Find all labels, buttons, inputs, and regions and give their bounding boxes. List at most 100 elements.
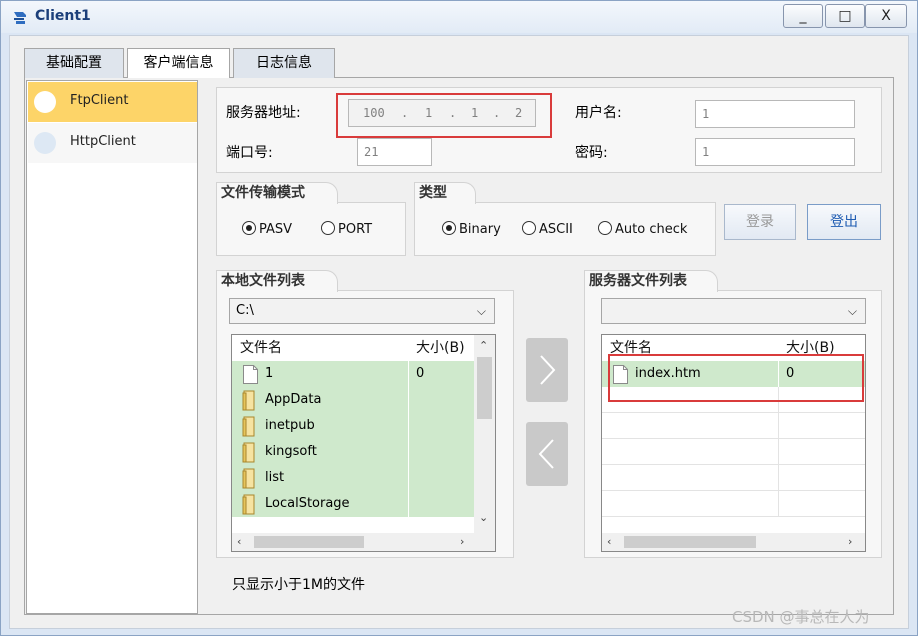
type-title: 类型 xyxy=(414,182,476,204)
status-dot xyxy=(34,91,56,113)
minimize-button[interactable]: _ xyxy=(783,4,823,28)
scroll-right-icon[interactable]: › xyxy=(848,535,852,548)
binary-radio[interactable]: Binary xyxy=(442,221,501,237)
close-button[interactable]: X xyxy=(865,4,907,28)
auto-check-label: Auto check xyxy=(615,222,688,237)
file-row[interactable]: 10 xyxy=(232,361,474,387)
folder-icon xyxy=(242,390,255,411)
server-path-dropdown[interactable]: ⌵ xyxy=(601,298,866,324)
scroll-left-icon[interactable]: ‹ xyxy=(237,535,241,548)
local-list-header: 文件名 大小(B) xyxy=(232,335,474,361)
column-separator xyxy=(408,439,409,465)
download-button[interactable] xyxy=(526,422,568,486)
empty-row xyxy=(602,413,865,439)
radio-unchecked-icon xyxy=(598,221,612,235)
scrollbar-thumb[interactable] xyxy=(477,357,492,419)
window-title: Client1 xyxy=(35,8,91,24)
chevron-left-icon xyxy=(538,439,554,469)
auto-check-radio[interactable]: Auto check xyxy=(598,221,687,237)
file-row[interactable]: LocalStorage xyxy=(232,491,474,517)
title-bar[interactable]: Client1 _ □ X xyxy=(1,1,917,33)
column-header-size[interactable]: 大小(B) xyxy=(416,335,465,361)
column-separator xyxy=(778,439,779,465)
file-icon xyxy=(243,365,258,384)
window-client-area: 基础配置 客户端信息 日志信息 FtpClient HttpClient 服务器… xyxy=(9,35,909,629)
transfer-mode-title: 文件传输模式 xyxy=(216,182,338,204)
file-row[interactable]: inetpub xyxy=(232,413,474,439)
local-files-title: 本地文件列表 xyxy=(216,270,338,292)
local-file-list[interactable]: 文件名 大小(B) 1 0 AppData inetpub kingsoft list Lo… xyxy=(231,334,496,552)
column-separator xyxy=(408,491,409,517)
column-separator xyxy=(778,465,779,491)
status-dot xyxy=(34,132,56,154)
file-name: kingsoft xyxy=(265,444,317,459)
tab-client-info[interactable]: 客户端信息 xyxy=(127,48,230,78)
port-input[interactable]: 21 xyxy=(357,138,432,166)
scroll-left-icon[interactable]: ‹ xyxy=(607,535,611,548)
client-item-label: HttpClient xyxy=(70,134,136,149)
tab-log-info[interactable]: 日志信息 xyxy=(233,48,335,78)
client-item-label: FtpClient xyxy=(70,93,129,108)
file-name: inetpub xyxy=(265,418,315,433)
scrollbar-thumb[interactable] xyxy=(624,536,756,548)
radio-checked-icon xyxy=(442,221,456,235)
server-file-highlight xyxy=(608,354,864,402)
column-separator xyxy=(408,387,409,413)
column-separator xyxy=(408,465,409,491)
pasv-radio[interactable]: PASV xyxy=(242,221,292,237)
local-path-value: C:\ xyxy=(236,303,254,318)
radio-checked-icon xyxy=(242,221,256,235)
scrollbar-thumb[interactable] xyxy=(254,536,364,548)
app-icon xyxy=(14,12,26,24)
column-separator xyxy=(408,361,409,387)
ascii-radio[interactable]: ASCII xyxy=(522,221,573,237)
file-size-note: 只显示小于1M的文件 xyxy=(232,577,365,593)
maximize-button[interactable]: □ xyxy=(825,4,865,28)
column-header-name[interactable]: 文件名 xyxy=(240,335,282,361)
username-input[interactable]: 1 xyxy=(695,100,855,128)
empty-row xyxy=(602,491,865,517)
binary-label: Binary xyxy=(459,222,501,237)
client-item-http[interactable]: HttpClient xyxy=(28,123,197,163)
file-row[interactable]: kingsoft xyxy=(232,439,474,465)
port-mode-label: PORT xyxy=(338,222,373,237)
column-separator xyxy=(778,413,779,439)
radio-unchecked-icon xyxy=(522,221,536,235)
scroll-down-icon[interactable]: ⌄ xyxy=(479,511,488,524)
radio-unchecked-icon xyxy=(321,221,335,235)
column-separator xyxy=(778,491,779,517)
empty-row xyxy=(602,439,865,465)
server-horizontal-scrollbar[interactable]: ‹ › xyxy=(602,533,865,551)
chevron-down-icon: ⌵ xyxy=(847,304,857,318)
folder-icon xyxy=(242,494,255,515)
username-label: 用户名: xyxy=(575,105,622,121)
local-horizontal-scrollbar[interactable]: ‹ › xyxy=(232,533,495,551)
empty-row xyxy=(602,465,865,491)
file-name: 1 xyxy=(265,366,274,381)
scroll-up-icon[interactable]: ⌃ xyxy=(479,339,488,352)
local-vertical-scrollbar[interactable]: ⌃ ⌄ xyxy=(474,335,495,533)
column-separator xyxy=(408,413,409,439)
tab-basic-config[interactable]: 基础配置 xyxy=(24,48,124,78)
password-label: 密码: xyxy=(575,145,608,161)
file-name: LocalStorage xyxy=(265,496,350,511)
file-row[interactable]: list xyxy=(232,465,474,491)
logout-button[interactable]: 登出 xyxy=(807,204,881,240)
file-row[interactable]: AppData xyxy=(232,387,474,413)
file-name: AppData xyxy=(265,392,322,407)
port-label: 端口号: xyxy=(226,145,273,161)
client-item-ftp[interactable]: FtpClient xyxy=(28,82,197,122)
folder-icon xyxy=(242,442,255,463)
server-files-title: 服务器文件列表 xyxy=(584,270,718,292)
scroll-right-icon[interactable]: › xyxy=(460,535,464,548)
local-path-dropdown[interactable]: C:\ ⌵ xyxy=(229,298,495,324)
file-size: 0 xyxy=(416,366,425,381)
client1-window: Client1 _ □ X 基础配置 客户端信息 日志信息 FtpClient … xyxy=(0,0,918,636)
password-input[interactable]: 1 xyxy=(695,138,855,166)
server-address-label: 服务器地址: xyxy=(226,105,301,121)
port-radio[interactable]: PORT xyxy=(321,221,372,237)
ascii-label: ASCII xyxy=(539,222,573,237)
upload-button[interactable] xyxy=(526,338,568,402)
login-button[interactable]: 登录 xyxy=(724,204,796,240)
chevron-right-icon xyxy=(540,355,556,385)
